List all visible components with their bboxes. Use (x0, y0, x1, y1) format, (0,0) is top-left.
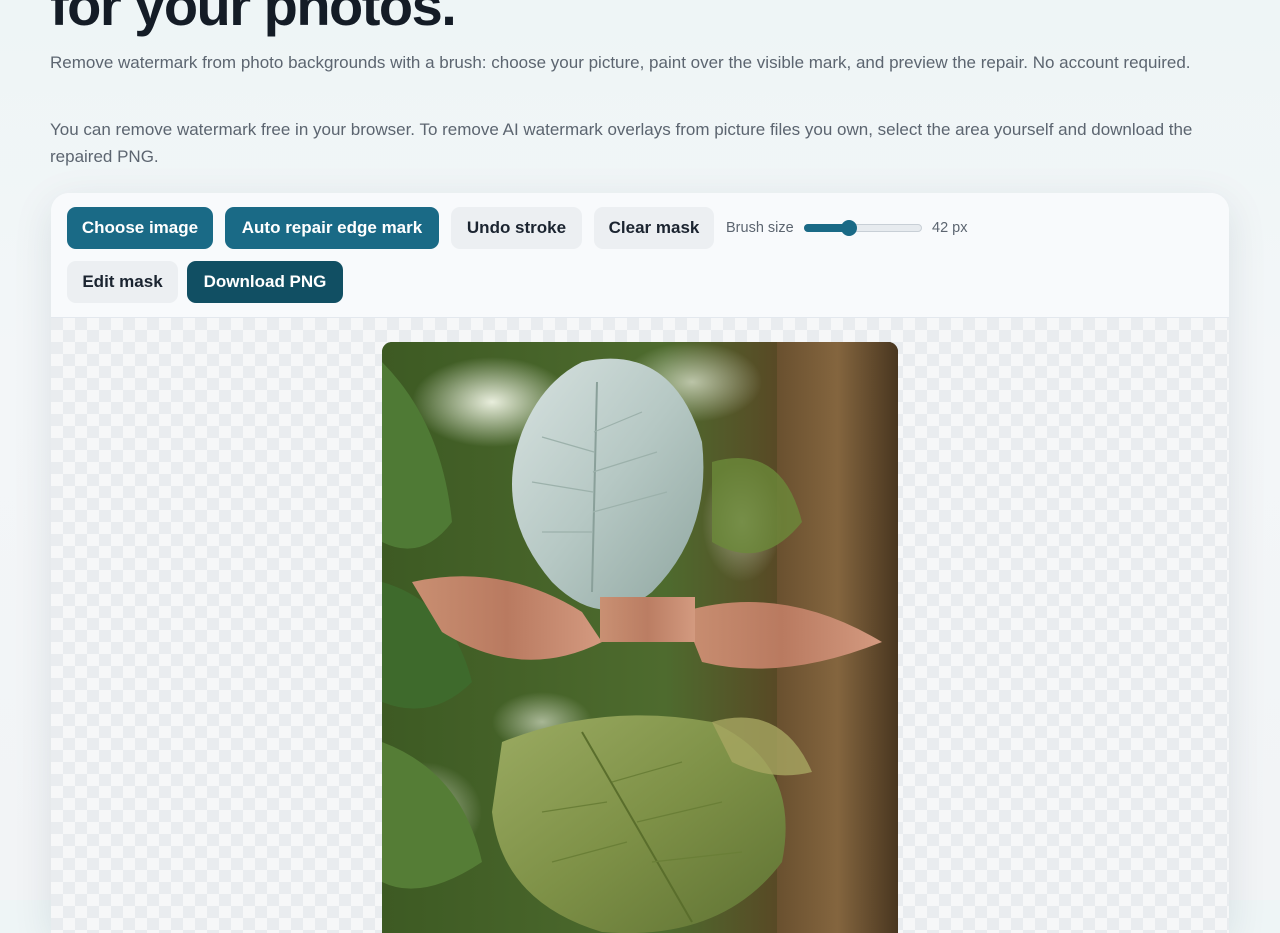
edit-mask-button[interactable]: Edit mask (67, 261, 178, 303)
choose-image-button[interactable]: Choose image (67, 207, 213, 249)
intro-paragraph-1: Remove watermark from photo backgrounds … (50, 53, 1191, 72)
page-title: for your photos. (50, 0, 457, 37)
clear-mask-button[interactable]: Clear mask (594, 207, 714, 249)
editor-canvas-area[interactable] (51, 318, 1229, 933)
editor-toolbar: Choose image Auto repair edge mark Undo … (51, 193, 1229, 318)
undo-stroke-button[interactable]: Undo stroke (451, 207, 582, 249)
photo-preview[interactable] (382, 342, 898, 933)
download-png-button[interactable]: Download PNG (187, 261, 343, 303)
photo-image (382, 342, 898, 933)
auto-repair-button[interactable]: Auto repair edge mark (225, 207, 439, 249)
editor-panel: Choose image Auto repair edge mark Undo … (51, 193, 1229, 933)
brush-size-slider-thumb[interactable] (841, 220, 857, 236)
intro-paragraph-2: You can remove watermark free in your br… (50, 120, 1193, 166)
brush-size-label: Brush size (726, 220, 794, 236)
brush-size-value: 42 px (932, 220, 968, 236)
